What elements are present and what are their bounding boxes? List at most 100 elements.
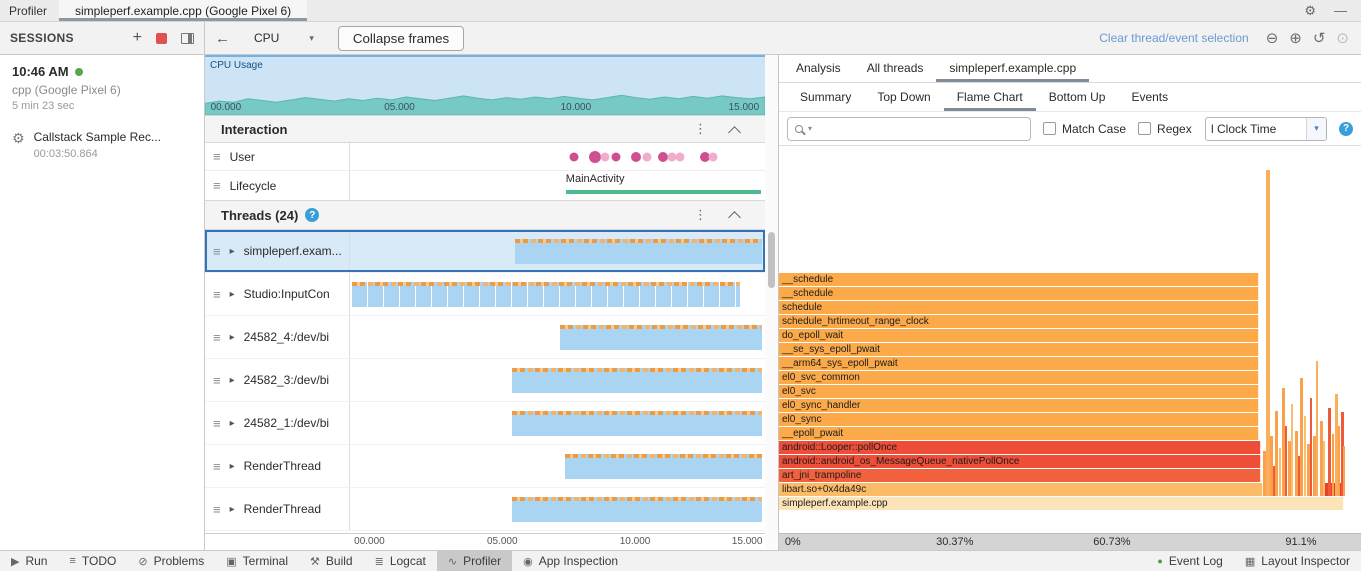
thread-name-cell[interactable]: ≡ ▸ 24582_4:/dev/bi — [205, 316, 350, 358]
flame-chart[interactable]: __schedule __schedule schedule schedule_hrt… — [779, 145, 1361, 533]
reset-zoom-icon[interactable]: ↺ — [1313, 29, 1326, 47]
expand-arrow-icon[interactable]: ▸ — [230, 504, 235, 515]
thread-row[interactable]: ≡ ▸ simpleperf.exam... — [205, 230, 765, 273]
statusbar-item-event-log[interactable]: ● Event Log — [1146, 551, 1233, 571]
clear-selection-link[interactable]: Clear thread/event selection — [1099, 31, 1248, 45]
thread-row[interactable]: ≡ ▸ Studio:InputCon — [205, 273, 765, 316]
thread-name-cell[interactable]: ≡ ▸ simpleperf.exam... — [205, 230, 350, 272]
minimize-icon[interactable]: — — [1334, 3, 1347, 18]
subtab-bottom-up[interactable]: Bottom Up — [1036, 83, 1119, 111]
statusbar-item-app-inspection[interactable]: ◉ App Inspection — [512, 551, 629, 571]
clock-type-dropdown[interactable]: l Clock Time ▾ — [1205, 116, 1327, 141]
expand-arrow-icon[interactable]: ▸ — [230, 246, 235, 257]
session-tab[interactable]: simpleperf.example.cpp (Google Pixel 6) — [59, 0, 308, 21]
user-event-dot[interactable] — [708, 152, 718, 161]
user-events-track[interactable] — [350, 143, 765, 170]
expand-arrow-icon[interactable]: ▸ — [230, 461, 235, 472]
thread-name-cell[interactable]: ≡ ▸ RenderThread — [205, 445, 350, 487]
statusbar-item-todo[interactable]: ≡ TODO — [58, 551, 127, 571]
thread-activity-track[interactable] — [350, 316, 765, 358]
thread-name-cell[interactable]: ≡ ▸ Studio:InputCon — [205, 273, 350, 315]
statusbar-item-logcat[interactable]: ≣ Logcat — [364, 551, 437, 571]
subtab-top-down[interactable]: Top Down — [864, 83, 943, 111]
flame-frame[interactable]: el0_sync — [779, 413, 1260, 426]
statusbar-item-terminal[interactable]: ▣ Terminal — [215, 551, 299, 571]
zoom-out-icon[interactable]: ⊖ — [1266, 29, 1279, 47]
match-case-checkbox[interactable] — [1043, 122, 1056, 135]
drag-handle-icon[interactable]: ≡ — [213, 149, 221, 164]
flame-frame[interactable]: el0_sync_handler — [779, 399, 1260, 412]
flame-frame[interactable]: __epoll_pwait — [779, 427, 1260, 440]
collapse-chevron-icon[interactable] — [728, 211, 741, 224]
drag-handle-icon[interactable]: ≡ — [213, 459, 221, 474]
drag-handle-icon[interactable]: ≡ — [213, 416, 221, 431]
cpu-usage-chart[interactable]: CPU Usage 00.000 05.000 10.000 15.000 — [205, 55, 765, 115]
flame-frame[interactable]: schedule — [779, 301, 1260, 314]
statusbar-item-run[interactable]: ▶ Run — [0, 551, 58, 571]
flame-frame[interactable]: __se_sys_epoll_pwait — [779, 343, 1260, 356]
lifecycle-row[interactable]: ≡ Lifecycle MainActivity — [205, 171, 765, 200]
thread-activity-track[interactable] — [350, 359, 765, 401]
expand-arrow-icon[interactable]: ▸ — [230, 289, 235, 300]
drag-handle-icon[interactable]: ≡ — [213, 244, 221, 259]
expand-arrow-icon[interactable]: ▸ — [230, 375, 235, 386]
thread-name-cell[interactable]: ≡ ▸ RenderThread — [205, 488, 350, 530]
user-event-dot[interactable] — [600, 152, 610, 161]
scrollbar-thumb[interactable] — [768, 232, 775, 288]
flame-frame[interactable]: el0_svc — [779, 385, 1260, 398]
help-icon[interactable]: ? — [1339, 121, 1353, 136]
expand-panel-icon[interactable] — [181, 32, 194, 44]
match-case-option[interactable]: Match Case — [1043, 122, 1126, 136]
flame-frame[interactable]: simpleperf.example.cpp — [779, 497, 1344, 510]
flame-frame[interactable]: __arm64_sys_epoll_pwait — [779, 357, 1260, 370]
thread-row[interactable]: ≡ ▸ RenderThread — [205, 445, 765, 488]
search-box[interactable]: ▾ — [787, 116, 1031, 141]
subtab-summary[interactable]: Summary — [787, 83, 864, 111]
drag-handle-icon[interactable]: ≡ — [213, 330, 221, 345]
recording-artifact[interactable]: ⚙ Callstack Sample Rec... 00:03:50.864 — [0, 122, 204, 168]
drag-handle-icon[interactable]: ≡ — [213, 373, 221, 388]
user-row[interactable]: ≡ User — [205, 143, 765, 171]
search-input[interactable] — [817, 121, 1023, 136]
user-event-dot[interactable] — [642, 152, 652, 161]
thread-name-cell[interactable]: ≡ ▸ 24582_3:/dev/bi — [205, 359, 350, 401]
flame-frame[interactable]: schedule_hrtimeout_range_clock — [779, 315, 1260, 328]
thread-activity-track[interactable] — [350, 230, 765, 272]
gear-icon[interactable]: ⚙ — [1304, 3, 1316, 19]
session-entry[interactable]: 10:46 AM cpp (Google Pixel 6) 5 min 23 s… — [0, 55, 204, 122]
thread-activity-track[interactable] — [350, 402, 765, 444]
analysis-tab-analysis[interactable]: Analysis — [783, 55, 854, 82]
analysis-tab-simpleperf-example-cpp[interactable]: simpleperf.example.cpp — [936, 55, 1089, 82]
user-event-dot[interactable] — [611, 152, 621, 161]
analysis-tab-all-threads[interactable]: All threads — [854, 55, 937, 82]
flame-frame[interactable]: __schedule — [779, 287, 1260, 300]
thread-row[interactable]: ≡ ▸ 24582_3:/dev/bi — [205, 359, 765, 402]
user-event-dot[interactable] — [631, 151, 642, 162]
regex-option[interactable]: Regex — [1138, 122, 1192, 136]
thread-activity-track[interactable] — [350, 273, 765, 315]
search-options-caret-icon[interactable]: ▾ — [808, 124, 812, 133]
threads-help-icon[interactable]: ? — [305, 208, 320, 222]
statusbar-item-profiler[interactable]: ∿ Profiler — [436, 551, 513, 571]
stop-recording-icon[interactable] — [156, 32, 167, 44]
user-event-dot[interactable] — [675, 152, 685, 161]
user-event-dot[interactable] — [569, 152, 579, 161]
drag-handle-icon[interactable]: ≡ — [213, 178, 221, 193]
thread-activity-track[interactable] — [350, 445, 765, 487]
flame-frame[interactable]: do_epoll_wait — [779, 329, 1260, 342]
subtab-events[interactable]: Events — [1118, 83, 1181, 111]
timeline-scrollbar[interactable] — [765, 55, 778, 550]
kebab-menu-icon[interactable]: ⋮ — [694, 207, 707, 223]
collapse-chevron-icon[interactable] — [728, 126, 741, 139]
lifecycle-track[interactable]: MainActivity — [350, 171, 765, 200]
collapse-frames-button[interactable]: Collapse frames — [337, 25, 465, 51]
process-dropdown[interactable]: CPU ▾ — [246, 28, 322, 48]
subtab-flame-chart[interactable]: Flame Chart — [943, 83, 1036, 111]
statusbar-item-problems[interactable]: ⊘ Problems — [127, 551, 215, 571]
zoom-to-selection-icon[interactable]: ⊙ — [1336, 29, 1349, 47]
thread-row[interactable]: ≡ ▸ 24582_1:/dev/bi — [205, 402, 765, 445]
statusbar-item-layout-inspector[interactable]: ▦ Layout Inspector — [1234, 551, 1361, 571]
zoom-in-icon[interactable]: ⊕ — [1289, 29, 1302, 47]
add-session-icon[interactable]: + — [133, 30, 142, 46]
user-event-dot[interactable] — [588, 150, 601, 163]
